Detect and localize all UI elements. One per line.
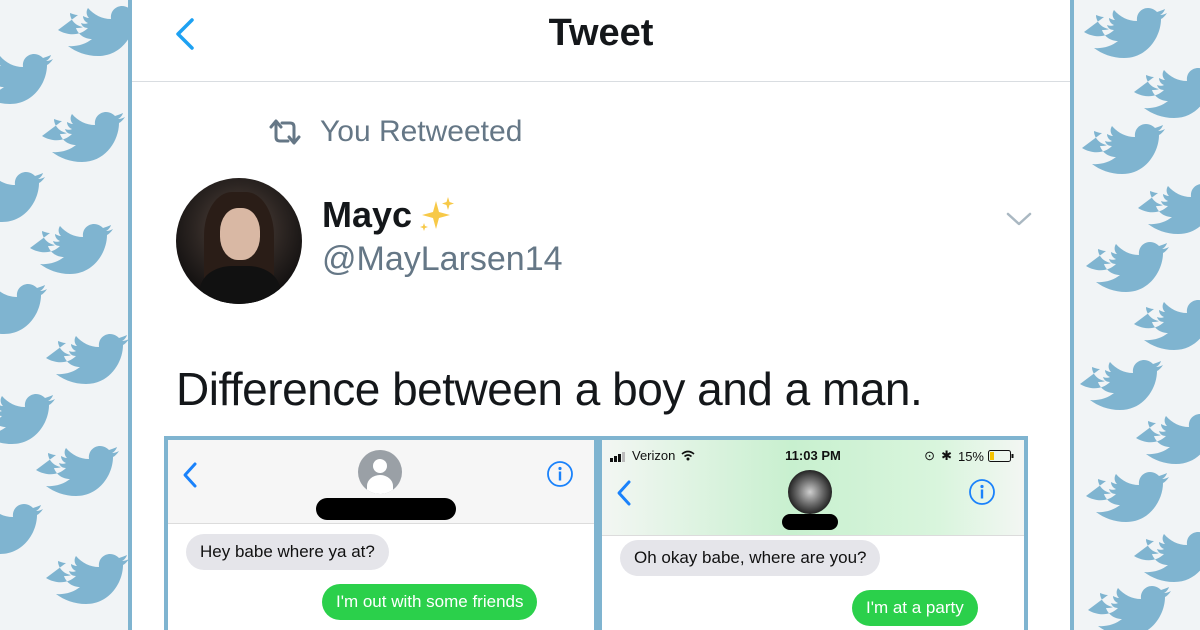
redaction-mark bbox=[782, 514, 838, 530]
redaction-mark bbox=[316, 498, 456, 520]
tweet-text: Difference between a boy and a man. bbox=[176, 363, 923, 415]
chevron-left-icon bbox=[183, 462, 197, 488]
battery-percent: 15% bbox=[957, 448, 984, 464]
navigation-bar: Tweet bbox=[132, 0, 1070, 82]
user-display-name-row[interactable]: Mayc bbox=[322, 194, 456, 236]
tweet-card: Tweet You Retweeted Mayc @MayLarsen14 Di… bbox=[128, 0, 1074, 630]
bird-pattern-left bbox=[0, 6, 128, 604]
bird-pattern-right bbox=[1080, 8, 1200, 630]
battery-icon bbox=[988, 450, 1014, 462]
background-pattern-right bbox=[1074, 0, 1200, 630]
message-bubble-outgoing: I'm out with some friends bbox=[322, 584, 538, 620]
retweet-indicator: You Retweeted bbox=[268, 112, 522, 152]
media-image-left[interactable]: Hey babe where ya at? I'm out with some … bbox=[164, 436, 598, 630]
sparkles-icon bbox=[420, 197, 455, 231]
retweet-label: You Retweeted bbox=[320, 115, 523, 148]
imessage-header bbox=[168, 440, 594, 524]
page-title: Tweet bbox=[548, 12, 654, 54]
retweet-icon bbox=[269, 119, 301, 145]
tweet-media[interactable]: Hey babe where ya at? I'm out with some … bbox=[164, 436, 1028, 630]
media-image-right[interactable]: Verizon 11:03 PM ⊙ ✱ 15% Oh okay babe, w… bbox=[598, 436, 1028, 630]
status-bar: Verizon 11:03 PM ⊙ ✱ 15% bbox=[602, 446, 1024, 466]
message-bubble-incoming: Oh okay babe, where are you? bbox=[620, 540, 881, 576]
contact-avatar bbox=[788, 470, 832, 514]
user-display-name: Mayc bbox=[322, 194, 413, 235]
chevron-down-icon[interactable] bbox=[1004, 208, 1034, 230]
message-bubble-outgoing: I'm at a party bbox=[852, 590, 978, 626]
user-handle[interactable]: @MayLarsen14 bbox=[322, 240, 563, 279]
chevron-left-icon bbox=[617, 480, 631, 506]
message-bubble-incoming: Hey babe where ya at? bbox=[186, 534, 389, 570]
avatar[interactable] bbox=[176, 178, 302, 304]
contact-avatar bbox=[358, 450, 402, 494]
info-icon bbox=[547, 461, 573, 487]
bluetooth-icon: ✱ bbox=[941, 448, 952, 463]
lock-rotation-icon: ⊙ bbox=[924, 448, 936, 463]
background-pattern-left bbox=[0, 0, 128, 630]
info-icon bbox=[969, 479, 995, 505]
imessage-header: Verizon 11:03 PM ⊙ ✱ 15% bbox=[602, 440, 1024, 536]
